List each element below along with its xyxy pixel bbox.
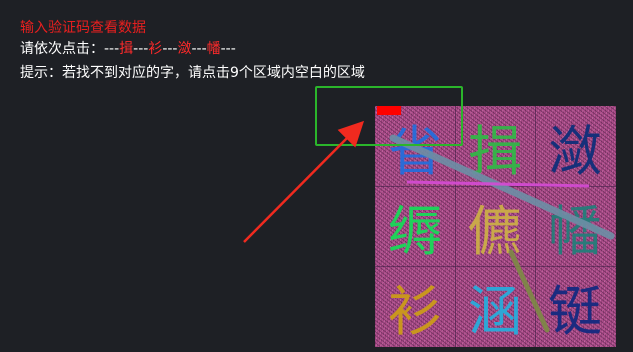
pointer-arrow-icon <box>243 120 365 243</box>
page: 输入验证码查看数据 请依次点击：---揖---衫---潋---幡--- 提示：若… <box>0 0 633 352</box>
annotation-layer <box>243 120 365 243</box>
